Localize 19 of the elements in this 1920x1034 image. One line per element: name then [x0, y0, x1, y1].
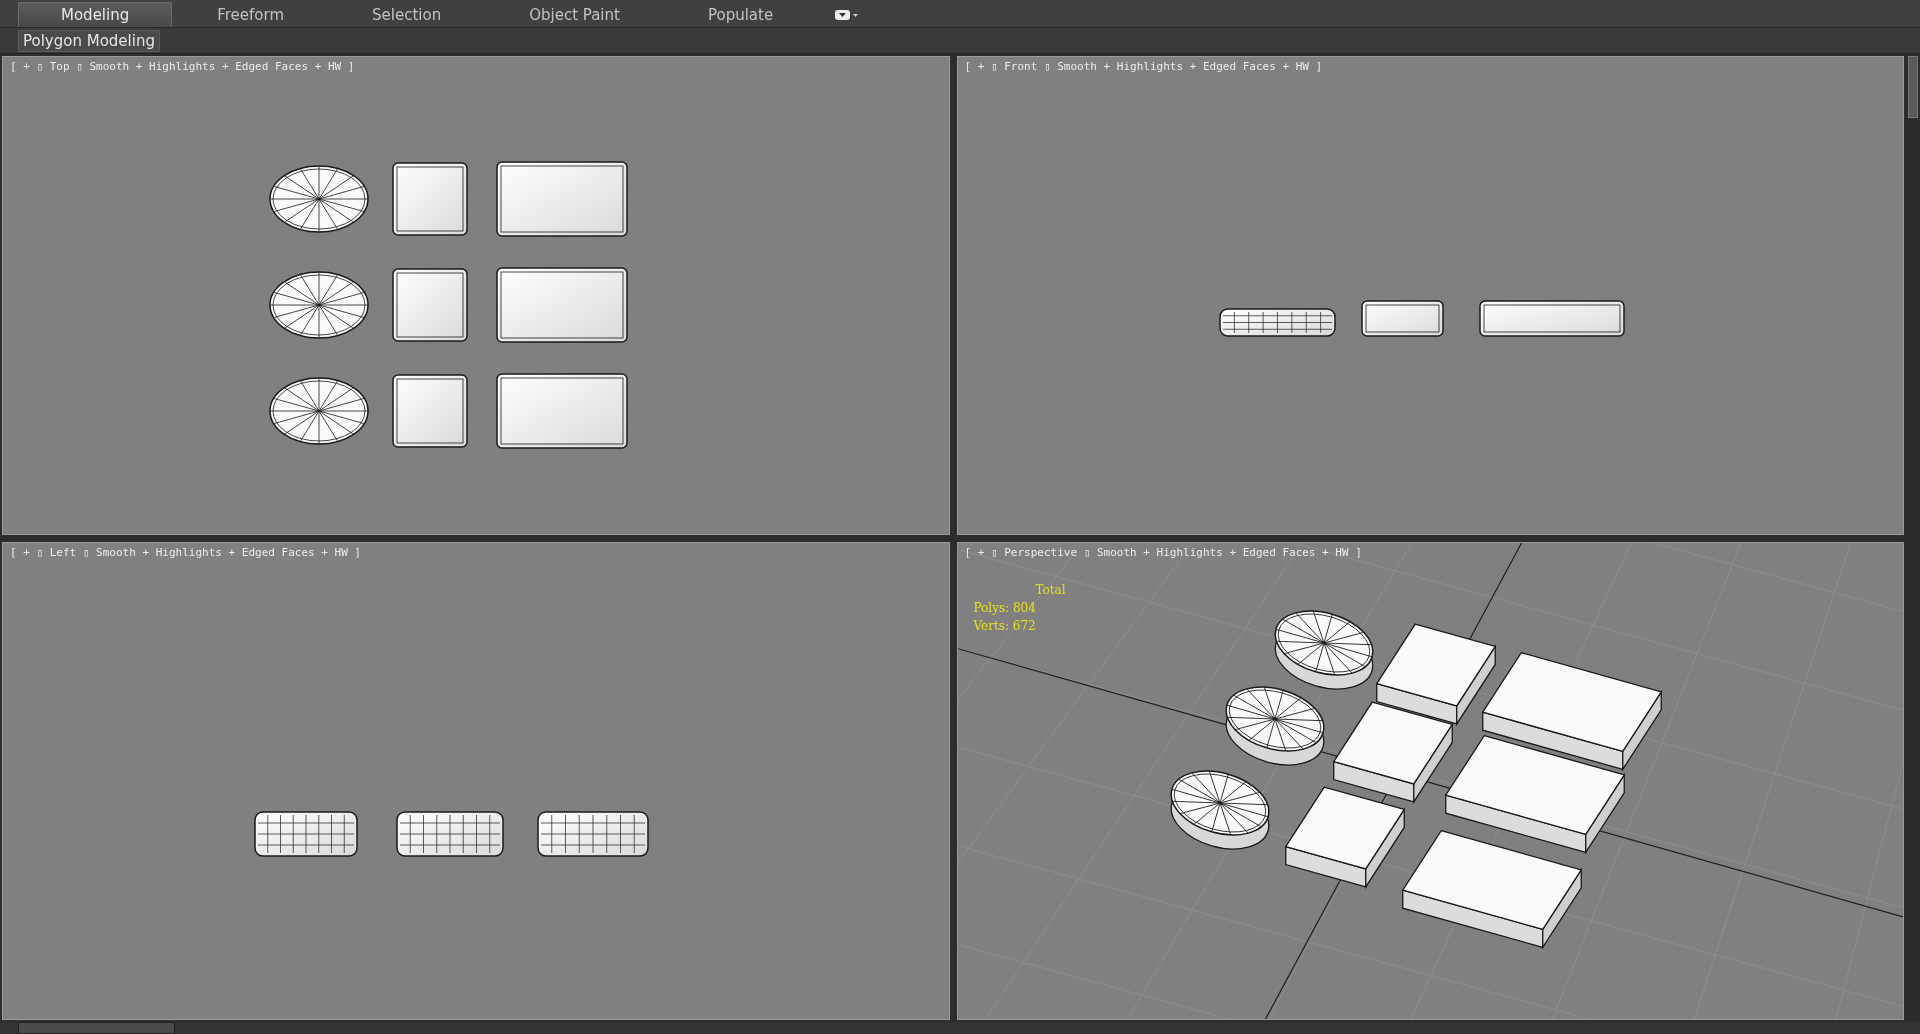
ribbon-tab[interactable]: Selection	[329, 2, 485, 27]
viewport-label[interactable]: [ + ▯ Left ▯ Smooth + Highlights + Edged Faces + HW ]	[10, 545, 361, 559]
panel-label[interactable]: Polygon Modeling	[18, 29, 160, 52]
viewport-label[interactable]: [ + ▯ Top ▯ Smooth + Highlights + Edged Faces + HW ]	[10, 60, 355, 73]
ribbon-tab[interactable]: Object Paint	[486, 2, 663, 27]
ribbon-tab[interactable]: Modeling	[18, 2, 173, 27]
scrollbar[interactable]	[1908, 56, 1918, 118]
viewport[interactable]: [ + ▯ Left ▯ Smooth + Highlights + Edged Faces + HW ]	[2, 541, 950, 1020]
stats-text: Polys: 804	[973, 600, 1037, 615]
viewport[interactable]: [ + ▯ Front ▯ Smooth + Highlights + Edged Faces + HW ]	[956, 56, 1904, 535]
ribbon-tab[interactable]: Populate	[664, 2, 817, 27]
dropdown-icon[interactable]	[834, 9, 861, 21]
stats-title: Total	[1034, 582, 1066, 597]
ribbon-tab[interactable]: Freeform	[174, 2, 328, 27]
viewport-label[interactable]: [ + ▯ Perspective ▯ Smooth + Highlights + Edged Faces + HW ]	[964, 545, 1362, 559]
viewport[interactable]: [ + ▯ Perspective ▯ Smooth + Highlights + Edged Faces + HW ] Total Polys: 804 Verts: 672	[956, 541, 1904, 1020]
stats-text: Verts: 672	[973, 618, 1037, 633]
viewport-label[interactable]: [ + ▯ Front ▯ Smooth + Highlights + Edged Faces + HW ]	[964, 60, 1323, 73]
viewport[interactable]: [ + ▯ Top ▯ Smooth + Highlights + Edged Faces + HW ]	[2, 56, 950, 535]
